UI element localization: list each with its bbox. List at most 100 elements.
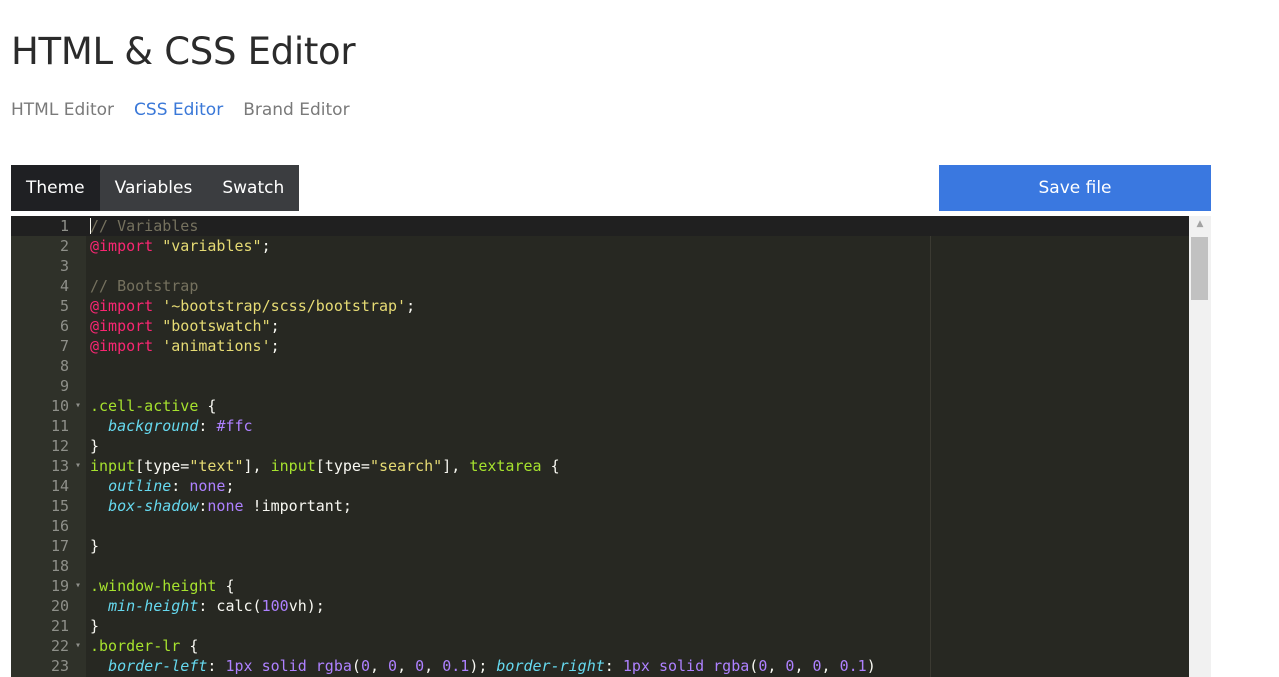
code-token: @import (90, 317, 154, 335)
code-token: solid (658, 657, 705, 675)
code-text: } (90, 536, 99, 556)
code-token: vh); (288, 597, 325, 615)
code-line[interactable]: 11 background: #ffc (11, 416, 1189, 436)
code-token: "search" (369, 457, 443, 475)
code-token: , (821, 657, 840, 675)
code-line[interactable]: 3 (11, 256, 1189, 276)
code-text: @import 'animations'; (90, 336, 280, 356)
code-token: , (794, 657, 813, 675)
scroll-up-arrow-icon[interactable]: ▲ (1189, 219, 1211, 229)
code-token: '~bootstrap/scss/bootstrap' (162, 297, 407, 315)
code-token: 0.1 (839, 657, 867, 675)
code-text: // Variables (90, 216, 198, 236)
code-editor[interactable]: 1 // Variables 2 @import "variables"; 3 4 // B… (11, 216, 1211, 677)
code-line[interactable]: 12} (11, 436, 1189, 456)
code-token: input (270, 457, 316, 475)
code-line[interactable]: 20 min-height: calc(100vh); (11, 596, 1189, 616)
code-token: "text" (189, 457, 244, 475)
vertical-scrollbar[interactable]: ▲ (1189, 216, 1211, 677)
code-line[interactable]: 21} (11, 616, 1189, 636)
code-line[interactable]: 14 outline: none; (11, 476, 1189, 496)
line-number: 7 (59, 337, 69, 355)
code-token: [type= (135, 457, 190, 475)
code-line[interactable]: 10 ▾ .cell-active { (11, 396, 1189, 416)
code-token: // Variables (90, 217, 199, 235)
code-token: ], (243, 457, 271, 475)
tab-variables[interactable]: Variables (100, 165, 208, 211)
code-text: // Bootstrap (90, 276, 198, 296)
line-number: 12 (50, 437, 69, 455)
line-number: 13 (50, 457, 69, 475)
line-number: 17 (50, 537, 69, 555)
code-token: 0 (812, 657, 822, 675)
code-line[interactable]: 17} (11, 536, 1189, 556)
code-line[interactable]: 22 ▾ .border-lr { (11, 636, 1189, 656)
code-line[interactable]: 9 (11, 376, 1189, 396)
code-token: , (767, 657, 786, 675)
code-token: 'animations' (162, 337, 271, 355)
code-token: @import (90, 337, 154, 355)
code-token: @import (90, 297, 154, 315)
line-number: 18 (50, 557, 69, 575)
line-number: 19 (50, 577, 69, 595)
line-number: 10 (50, 397, 69, 415)
line-number: 23 (50, 657, 69, 675)
code-line[interactable]: 13 ▾ input[type="text"], input[type="searc… (11, 456, 1189, 476)
code-token: } (90, 617, 100, 635)
fold-arrow-icon[interactable]: ▾ (72, 456, 84, 476)
code-text: border-left: 1px solid rgba(0, 0, 0, 0.1… (90, 656, 876, 676)
code-line[interactable]: 1 // Variables (11, 216, 1189, 236)
fold-arrow-icon[interactable]: ▾ (72, 396, 84, 416)
fold-arrow-icon[interactable]: ▾ (72, 576, 84, 596)
code-text: @import '~bootstrap/scss/bootstrap'; (90, 296, 415, 316)
code-token: border-right (496, 657, 605, 675)
code-token: ) (866, 657, 876, 675)
code-line[interactable]: 7 @import 'animations'; (11, 336, 1189, 356)
scrollbar-thumb[interactable] (1191, 237, 1208, 300)
line-number: 11 (50, 417, 69, 435)
tab-theme[interactable]: Theme (11, 165, 100, 211)
code-line[interactable]: 19 ▾ .window-height { (11, 576, 1189, 596)
code-line[interactable]: 8 (11, 356, 1189, 376)
nav-html-editor[interactable]: HTML Editor (11, 100, 114, 120)
line-number: 4 (59, 277, 69, 295)
line-number: 16 (50, 517, 69, 535)
code-line[interactable]: 2 @import "variables"; (11, 236, 1189, 256)
code-lines[interactable]: 1 // Variables 2 @import "variables"; 3 4 // B… (11, 216, 1189, 676)
code-token: , (397, 657, 416, 675)
line-number: 20 (50, 597, 69, 615)
nav-brand-editor[interactable]: Brand Editor (243, 100, 349, 120)
nav-css-editor[interactable]: CSS Editor (134, 100, 223, 120)
code-token: ; (270, 337, 280, 355)
code-line[interactable]: 4 // Bootstrap (11, 276, 1189, 296)
code-line[interactable]: 16 (11, 516, 1189, 536)
code-line[interactable]: 5 @import '~bootstrap/scss/bootstrap'; (11, 296, 1189, 316)
code-token: box-shadow (108, 497, 199, 515)
code-text: } (90, 616, 99, 636)
code-line[interactable]: 23 border-left: 1px solid rgba(0, 0, 0, … (11, 656, 1189, 676)
tab-swatch[interactable]: Swatch (207, 165, 299, 211)
code-token: min-height (108, 597, 199, 615)
save-file-button[interactable]: Save file (939, 165, 1211, 211)
text-cursor (90, 218, 91, 234)
fold-arrow-icon[interactable]: ▾ (72, 636, 84, 656)
code-token: !important; (243, 497, 352, 515)
code-line[interactable]: 6 @import "bootswatch"; (11, 316, 1189, 336)
code-token: rgba (713, 657, 750, 675)
code-token: ; (225, 477, 235, 495)
code-text: @import "bootswatch"; (90, 316, 280, 336)
code-token: 1px (225, 657, 253, 675)
code-line[interactable]: 15 box-shadow:none !important; (11, 496, 1189, 516)
file-tabs: Theme Variables Swatch (11, 165, 300, 211)
code-line[interactable]: 18 (11, 556, 1189, 576)
line-number: 9 (59, 377, 69, 395)
code-token: : (198, 417, 217, 435)
code-token: 100 (261, 597, 289, 615)
